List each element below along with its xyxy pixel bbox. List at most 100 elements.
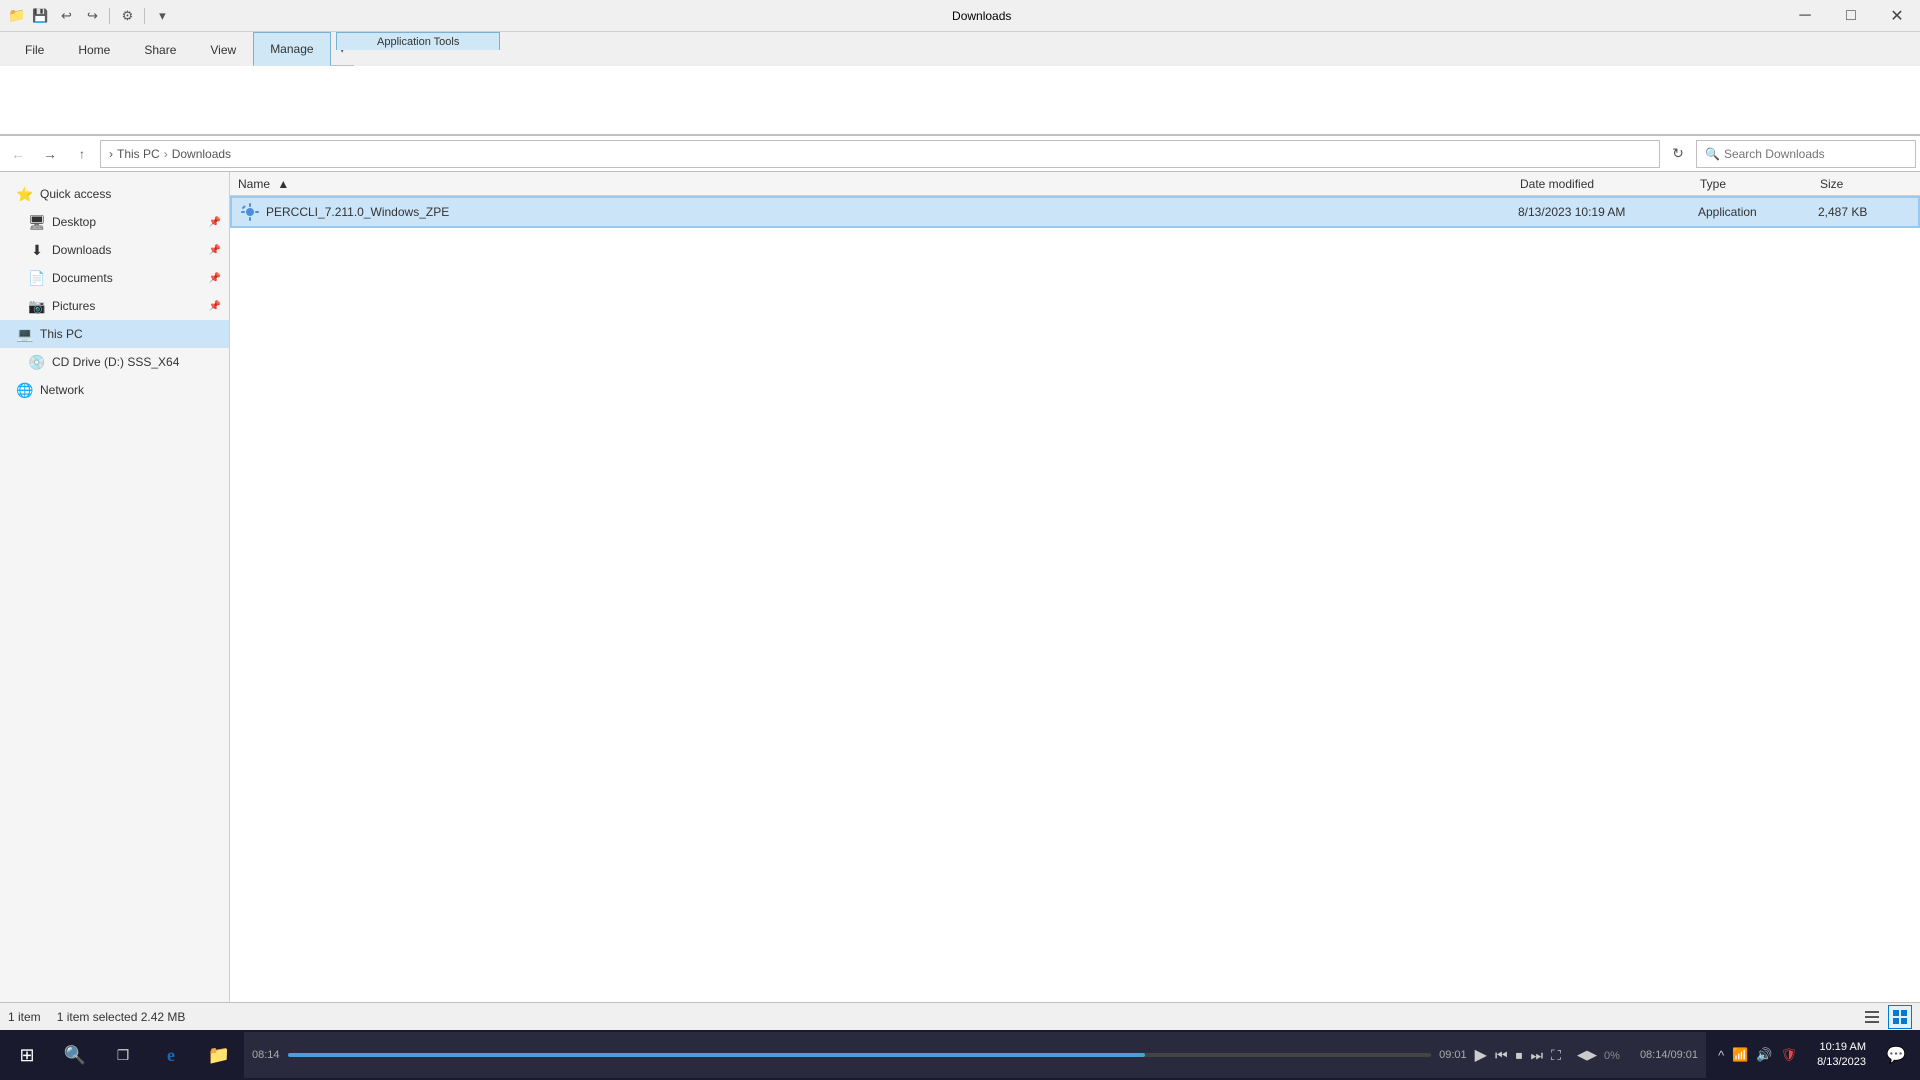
col-name[interactable]: Name ▲	[234, 177, 1516, 191]
sidebar-label-downloads: Downloads	[52, 243, 111, 257]
notification-icon: 💬	[1886, 1045, 1906, 1065]
clock-date: 8/13/2023	[1817, 1055, 1866, 1070]
forward-button[interactable]: →	[36, 140, 64, 168]
sidebar-label-pictures: Pictures	[52, 299, 95, 313]
up-button[interactable]: ↑	[68, 140, 96, 168]
fullscreen-button[interactable]: ⛶	[1551, 1047, 1561, 1064]
tray-expand-icon[interactable]: ^	[1716, 1046, 1726, 1065]
downloads-icon: ⬇	[28, 242, 46, 259]
pin-icon-downloads: 📌	[209, 245, 221, 256]
refresh-button[interactable]: ↻	[1664, 140, 1692, 168]
stop-button[interactable]: ⏹	[1516, 1047, 1523, 1064]
documents-icon: 📄	[28, 270, 46, 287]
pin-icon-pictures: 📌	[209, 301, 221, 312]
play-button[interactable]: ▶	[1475, 1045, 1487, 1065]
sidebar-item-documents[interactable]: 📄 Documents 📌	[0, 264, 229, 292]
taskbar: ⊞ 🔍 ❐ e 📁 08:14 09:01 ▶ ⏮ ⏹ ⏭ ⛶ ◀▶ 0% 08…	[0, 1030, 1920, 1080]
sidebar-label-network: Network	[40, 383, 84, 397]
breadcrumb-arrow: ›	[109, 147, 113, 161]
system-tray: ^ 📶 🔊 🛡	[1708, 1045, 1807, 1065]
breadcrumb-this-pc[interactable]: This PC	[117, 147, 160, 161]
breadcrumb-downloads[interactable]: Downloads	[172, 147, 231, 161]
address-path[interactable]: › This PC › Downloads	[100, 140, 1660, 168]
selection-info: 1 item selected 2.42 MB	[57, 1010, 186, 1024]
volume-area: ◀▶ 0%	[1569, 1047, 1632, 1063]
media-player: 08:14 09:01 ▶ ⏮ ⏹ ⏭ ⛶ ◀▶ 0% 08:14/09:01	[244, 1032, 1706, 1078]
item-count: 1 item	[8, 1010, 41, 1024]
tab-share[interactable]: Share	[127, 32, 193, 66]
notification-button[interactable]: 💬	[1876, 1032, 1916, 1078]
table-row[interactable]: PERCCLI_7.211.0_Windows_ZPE 8/13/2023 10…	[230, 196, 1920, 228]
sidebar-item-network[interactable]: 🌐 Network	[0, 376, 229, 404]
col-type[interactable]: Type	[1696, 177, 1816, 191]
tab-view[interactable]: View	[193, 32, 253, 66]
large-icons-view-icon	[1892, 1009, 1908, 1025]
search-box[interactable]: 🔍	[1696, 140, 1916, 168]
task-view-icon: ❐	[117, 1047, 130, 1064]
volume-button[interactable]: ◀▶	[1577, 1047, 1597, 1063]
start-button[interactable]: ⊞	[4, 1032, 50, 1078]
back-button[interactable]: ←	[4, 140, 32, 168]
sidebar-item-pictures[interactable]: 📷 Pictures 📌	[0, 292, 229, 320]
sidebar: ⭐ Quick access 🖥 Desktop 📌 ⬇ Downloads 📌…	[0, 172, 230, 1002]
file-icon	[240, 202, 260, 222]
taskbar-clock[interactable]: 10:19 AM 8/13/2023	[1809, 1040, 1874, 1071]
search-input[interactable]	[1724, 147, 1907, 161]
sidebar-item-downloads[interactable]: ⬇ Downloads 📌	[0, 236, 229, 264]
start-icon: ⊞	[19, 1045, 34, 1066]
breadcrumb-separator: ›	[164, 147, 168, 161]
this-pc-icon: 💻	[16, 326, 34, 343]
media-progress-bar[interactable]	[288, 1053, 1432, 1057]
minimize-button[interactable]: ─	[1782, 0, 1828, 32]
details-view-button[interactable]	[1860, 1005, 1884, 1029]
ribbon-content	[0, 66, 1920, 136]
sidebar-item-desktop[interactable]: 🖥 Desktop 📌	[0, 208, 229, 236]
close-button[interactable]: ✕	[1874, 0, 1920, 32]
sidebar-label-documents: Documents	[52, 271, 113, 285]
explorer-button[interactable]: 📁	[196, 1032, 242, 1078]
tab-manage[interactable]: Manage	[253, 32, 330, 66]
file-date: 8/13/2023 10:19 AM	[1514, 205, 1694, 219]
tray-network-icon[interactable]: 📶	[1730, 1045, 1750, 1065]
file-size: 2,487 KB	[1814, 205, 1914, 219]
maximize-button[interactable]: □	[1828, 0, 1874, 32]
sidebar-item-quick-access[interactable]: ⭐ Quick access	[0, 180, 229, 208]
search-icon: 🔍	[1705, 147, 1720, 161]
sidebar-label-quick-access: Quick access	[40, 187, 111, 201]
tab-home[interactable]: Home	[61, 32, 127, 66]
sidebar-label-this-pc: This PC	[40, 327, 83, 341]
search-taskbar-button[interactable]: 🔍	[52, 1032, 98, 1078]
prev-button[interactable]: ⏮	[1495, 1047, 1508, 1064]
tab-file[interactable]: File	[8, 32, 61, 66]
tray-security-icon[interactable]: 🛡	[1779, 1045, 1800, 1065]
pictures-icon: 📷	[28, 298, 46, 315]
network-icon: 🌐	[16, 382, 34, 399]
main-layout: ⭐ Quick access 🖥 Desktop 📌 ⬇ Downloads 📌…	[0, 172, 1920, 1002]
large-icons-view-button[interactable]	[1888, 1005, 1912, 1029]
quick-access-icon: ⭐	[16, 186, 34, 203]
status-bar: 1 item 1 item selected 2.42 MB	[0, 1002, 1920, 1030]
volume-percent: 0%	[1604, 1050, 1620, 1062]
address-bar: ← → ↑ › This PC › Downloads ↻ 🔍	[0, 136, 1920, 172]
ie-icon: e	[167, 1045, 175, 1066]
col-date[interactable]: Date modified	[1516, 177, 1696, 191]
pin-icon-documents: 📌	[209, 273, 221, 284]
media-time-start: 08:14	[252, 1049, 280, 1061]
tray-volume-icon[interactable]: 🔊	[1754, 1045, 1774, 1065]
desktop-icon: 🖥	[28, 214, 46, 231]
pin-icon-desktop: 📌	[209, 217, 221, 228]
sidebar-item-cd-drive[interactable]: 💿 CD Drive (D:) SSS_X64	[0, 348, 229, 376]
file-list-header: Name ▲ Date modified Type Size	[230, 172, 1920, 196]
sidebar-label-cd-drive: CD Drive (D:) SSS_X64	[52, 355, 179, 369]
ie-button[interactable]: e	[148, 1032, 194, 1078]
next-button[interactable]: ⏭	[1531, 1047, 1544, 1064]
sidebar-item-this-pc[interactable]: 💻 This PC	[0, 320, 229, 348]
application-icon	[240, 202, 260, 222]
col-size[interactable]: Size	[1816, 177, 1916, 191]
view-controls	[1860, 1005, 1912, 1029]
task-view-button[interactable]: ❐	[100, 1032, 146, 1078]
media-progress-fill	[288, 1053, 1146, 1057]
clock-time: 10:19 AM	[1817, 1040, 1866, 1055]
taskbar-search-icon: 🔍	[64, 1045, 86, 1066]
media-current-time: 08:14/09:01	[1640, 1049, 1698, 1061]
